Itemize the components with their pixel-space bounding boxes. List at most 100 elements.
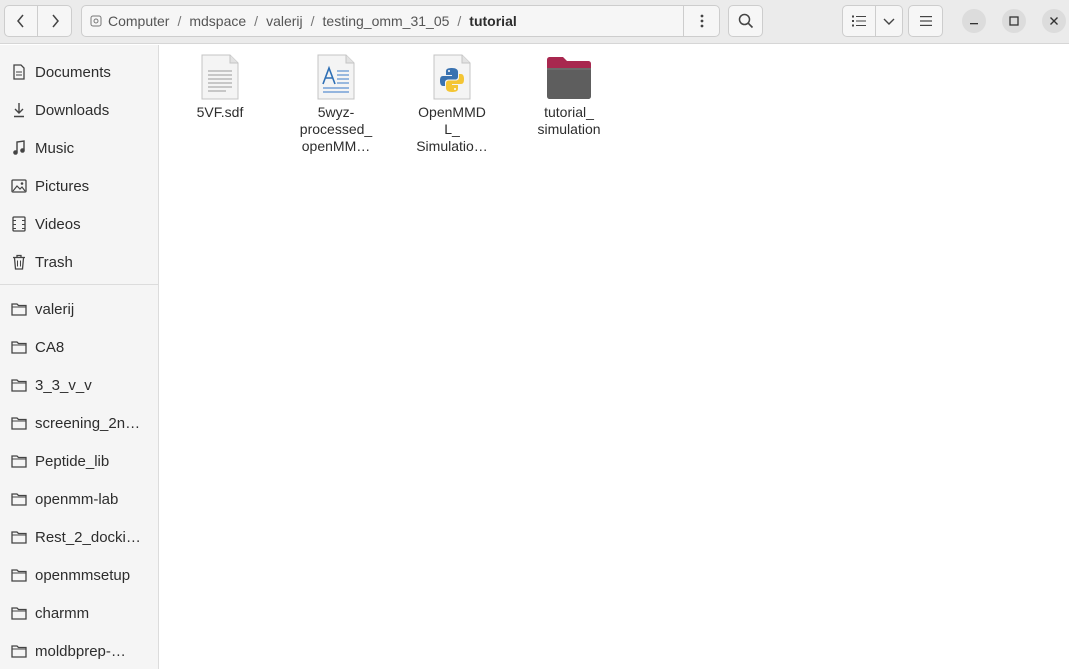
maximize-button[interactable] [1002, 9, 1026, 33]
chevron-left-icon [17, 14, 24, 28]
video-icon [0, 216, 35, 232]
folder-icon [0, 530, 35, 544]
search-icon [738, 13, 753, 29]
search-button[interactable] [728, 5, 763, 37]
sidebar-item-documents[interactable]: Documents [0, 53, 158, 91]
sidebar-item-label: Downloads [35, 101, 110, 119]
path-bar[interactable]: Computer / mdspace / valerij / testing_o… [81, 5, 720, 37]
folder-icon [0, 606, 35, 620]
folder-item-tutorial-simulation[interactable]: tutorial_ simulation [514, 50, 624, 138]
sidebar-item-music[interactable]: Music [0, 129, 158, 167]
sidebar-bookmark-3-3-v-v[interactable]: 3_3_v_v [0, 366, 158, 404]
sidebar-divider [0, 284, 158, 285]
path-separator: / [457, 13, 462, 29]
chevron-right-icon [51, 14, 59, 28]
file-name: 5wyz- processed_ openMM… [286, 104, 386, 155]
maximize-icon [1009, 16, 1019, 26]
python-file-icon [424, 50, 480, 100]
file-view: 5VF.sdf 5wyz- processed_ openMM… OpenMMD… [160, 45, 1069, 669]
folder-icon [0, 644, 35, 658]
chevron-down-icon [883, 18, 895, 25]
crumb-computer[interactable]: Computer [102, 5, 175, 37]
folder-icon [0, 378, 35, 392]
sidebar-item-pictures[interactable]: Pictures [0, 167, 158, 205]
folder-icon [0, 492, 35, 506]
sidebar-bookmark-openmmsetup[interactable]: openmmsetup [0, 556, 158, 594]
sidebar-bookmark-ca8[interactable]: CA8 [0, 328, 158, 366]
close-icon [1050, 17, 1058, 25]
sidebar-bookmark-peptide-lib[interactable]: Peptide_lib [0, 442, 158, 480]
file-item-5vf-sdf[interactable]: 5VF.sdf [165, 50, 275, 121]
sidebar-item-videos[interactable]: Videos [0, 205, 158, 243]
path-separator: / [310, 13, 315, 29]
sidebar-item-label: moldbprep-… [35, 642, 126, 660]
file-item-5wyz-processed[interactable]: 5wyz- processed_ openMM… [281, 50, 391, 155]
folder-icon [0, 340, 35, 354]
file-name-line: 5wyz- [317, 104, 355, 120]
sidebar-item-label: Trash [35, 253, 73, 271]
file-name-line: openMM… [301, 138, 371, 154]
path-separator: / [177, 13, 182, 29]
sidebar-item-label: Rest_2_docki… [35, 528, 141, 546]
crumb-valerij[interactable]: valerij [260, 5, 309, 37]
vertical-dots-icon [700, 14, 703, 28]
crumb-mdspace[interactable]: mdspace [183, 5, 252, 37]
text-file-icon [192, 50, 248, 100]
sidebar-item-label: Peptide_lib [35, 452, 110, 470]
sidebar: Documents Downloads Music Pictures Video… [0, 45, 159, 669]
forward-button[interactable] [38, 5, 72, 37]
folder-icon [0, 302, 35, 316]
music-icon [0, 140, 35, 156]
view-options-dropdown[interactable] [876, 5, 903, 37]
file-name-line: OpenMMD [418, 104, 486, 120]
sidebar-item-label: Pictures [35, 177, 90, 195]
file-name-line: simulation [537, 121, 601, 137]
sidebar-bookmark-charmm[interactable]: charmm [0, 594, 158, 632]
list-view-icon [852, 15, 866, 27]
file-name-line: L_ [444, 121, 460, 137]
folder-icon [0, 416, 35, 430]
crumb-tutorial[interactable]: tutorial [463, 5, 522, 37]
file-name-line: tutorial_ [544, 104, 594, 120]
minimize-button[interactable] [962, 9, 986, 33]
back-button[interactable] [4, 5, 38, 37]
minimize-icon [970, 23, 978, 25]
sidebar-item-trash[interactable]: Trash [0, 243, 158, 281]
file-name: tutorial_ simulation [519, 104, 619, 138]
folder-icon [0, 454, 35, 468]
sidebar-item-label: 3_3_v_v [35, 376, 92, 394]
document-file-icon [308, 50, 364, 100]
file-name-line: 5VF.sdf [196, 104, 244, 120]
sidebar-item-label: Music [35, 139, 75, 157]
path-menu-button[interactable] [683, 5, 719, 37]
close-button[interactable] [1042, 9, 1066, 33]
sidebar-item-label: Videos [35, 215, 81, 233]
header-bar: Computer / mdspace / valerij / testing_o… [0, 0, 1069, 44]
file-name: 5VF.sdf [170, 104, 270, 121]
sidebar-item-downloads[interactable]: Downloads [0, 91, 158, 129]
document-icon [0, 64, 35, 80]
picture-icon [0, 179, 35, 193]
sidebar-item-label: screening_2n… [35, 414, 141, 432]
path-separator: / [254, 13, 259, 29]
file-name: OpenMMD L_ Simulatio… [402, 104, 502, 155]
sidebar-item-label: CA8 [35, 338, 65, 356]
drive-icon [82, 5, 102, 37]
sidebar-item-label: openmmsetup [35, 566, 131, 584]
sidebar-bookmark-rest-2-docking[interactable]: Rest_2_docki… [0, 518, 158, 556]
crumb-testing-omm[interactable]: testing_omm_31_05 [317, 5, 456, 37]
sidebar-item-label: Documents [35, 63, 111, 81]
sidebar-bookmark-valerij[interactable]: valerij [0, 290, 158, 328]
main-menu-button[interactable] [908, 5, 943, 37]
file-name-line: Simulatio… [416, 138, 488, 154]
sidebar-bookmark-openmm-lab[interactable]: openmm-lab [0, 480, 158, 518]
download-icon [0, 102, 35, 118]
file-item-openmmdl-simulation[interactable]: OpenMMD L_ Simulatio… [397, 50, 507, 155]
sidebar-bookmark-screening[interactable]: screening_2n… [0, 404, 158, 442]
sidebar-bookmark-moldbprep[interactable]: moldbprep-… [0, 632, 158, 670]
folder-icon [0, 568, 35, 582]
folder-icon [541, 50, 597, 100]
sidebar-item-label: openmm-lab [35, 490, 119, 508]
list-view-button[interactable] [842, 5, 876, 37]
sidebar-item-label: charmm [35, 604, 90, 622]
